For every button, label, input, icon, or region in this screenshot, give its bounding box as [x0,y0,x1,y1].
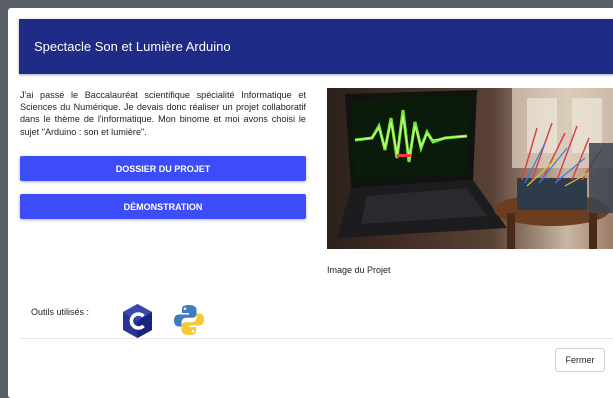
project-image [327,88,613,249]
modal-title: Spectacle Son et Lumière Arduino [34,39,231,54]
project-description: J'ai passé le Baccalauréat scientifique … [20,90,306,137]
close-button[interactable]: Fermer [555,348,605,372]
project-photo-illustration [327,88,613,249]
demonstration-button[interactable]: DÉMONSTRATION [20,194,306,219]
footer-divider [19,338,613,339]
project-modal: Spectacle Son et Lumière Arduino J'ai pa… [8,8,613,398]
modal-header: Spectacle Son et Lumière Arduino [19,19,613,74]
image-caption: Image du Projet [327,265,391,275]
project-dossier-button[interactable]: DOSSIER DU PROJET [20,156,306,181]
python-icon [172,303,206,342]
tools-label: Outils utilisés : [31,307,90,317]
